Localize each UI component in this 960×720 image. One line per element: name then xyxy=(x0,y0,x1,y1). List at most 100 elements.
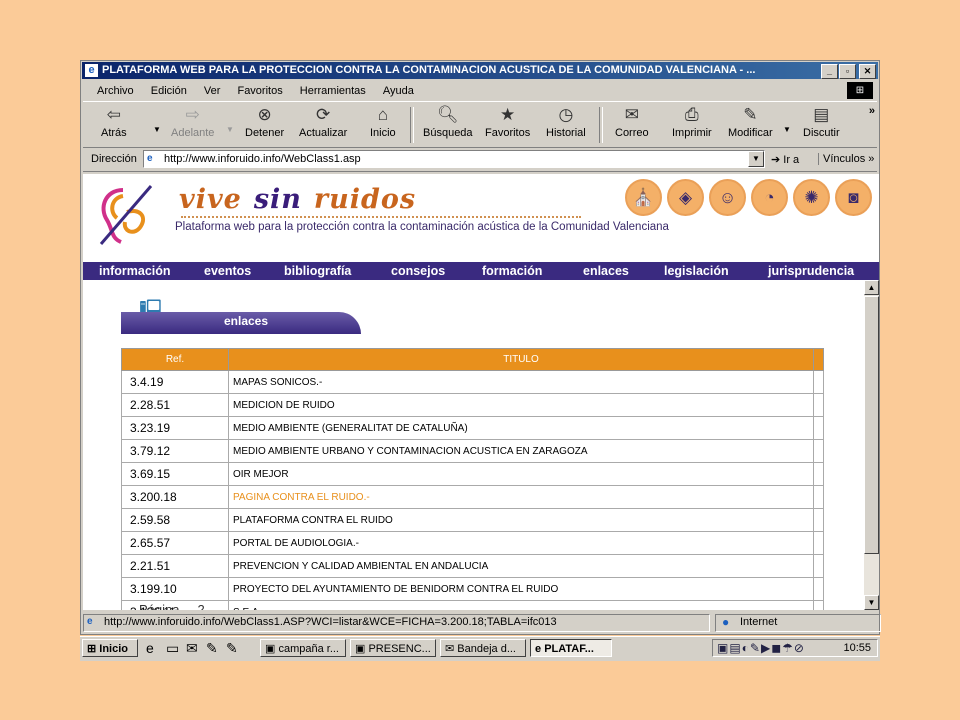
favorites-icon: ★ xyxy=(500,105,516,124)
tray-icons[interactable]: ▣▤◐✎▶◼☂⊘ xyxy=(717,640,805,656)
table-row[interactable]: 3.4.19 MAPAS SONICOS.- xyxy=(121,370,824,394)
clock[interactable]: 10:55 xyxy=(843,640,871,656)
nav-formacion[interactable]: formación xyxy=(482,262,542,280)
table-row[interactable]: 3.79.12 MEDIO AMBIENTE URBANO Y CONTAMIN… xyxy=(121,439,824,463)
menu-ver[interactable]: Ver xyxy=(204,85,221,97)
title-link[interactable]: MEDIO AMBIENTE URBANO Y CONTAMINACION AC… xyxy=(228,439,814,463)
status-bar: e http://www.inforuido.info/WebClass1.AS… xyxy=(83,613,881,633)
title-bar[interactable]: e PLATAFORMA WEB PARA LA PROTECCION CONT… xyxy=(82,62,878,79)
nav-jurisprudencia[interactable]: jurisprudencia xyxy=(768,262,854,280)
status-url-panel: e http://www.inforuido.info/WebClass1.AS… xyxy=(83,614,710,632)
table-row[interactable]: 2.65.57 PORTAL DE AUDIOLOGIA.- xyxy=(121,531,824,555)
menu-favoritos[interactable]: Favoritos xyxy=(237,85,282,97)
title-link[interactable]: S.E.A. xyxy=(228,600,814,610)
maximize-button[interactable]: ▫ xyxy=(839,64,856,79)
nav-enlaces[interactable]: enlaces xyxy=(583,262,629,280)
go-button[interactable]: ➔ Ir a xyxy=(771,153,799,166)
title-link[interactable]: MEDIO AMBIENTE (GENERALITAT DE CATALUÑA) xyxy=(228,416,814,440)
forward-dropdown[interactable]: ▼ xyxy=(226,125,234,134)
back-button[interactable]: ⇦ Atrás xyxy=(101,105,127,139)
title-column-header[interactable]: TITULO xyxy=(228,348,814,371)
vertical-scrollbar[interactable]: ▲ ▼ xyxy=(864,280,879,610)
start-button[interactable]: ⊞ Inicio xyxy=(82,639,138,657)
table-row[interactable]: 3.199.10 PROYECTO DEL AYUNTAMIENTO DE BE… xyxy=(121,577,824,601)
status-page-icon: e xyxy=(87,616,93,627)
favorites-button[interactable]: ★ Favoritos xyxy=(485,105,530,139)
address-dropdown-icon[interactable]: ▼ xyxy=(748,151,764,167)
title-link-hovered[interactable]: PAGINA CONTRA EL RUIDO.- xyxy=(228,485,814,509)
address-input[interactable]: e http://www.inforuido.info/WebClass1.as… xyxy=(143,150,765,168)
menu-bar: Archivo Edición Ver Favoritos Herramient… xyxy=(83,81,877,102)
search-button[interactable]: 🔍︎ Búsqueda xyxy=(423,105,473,139)
table-row[interactable]: 3.200.18 PAGINA CONTRA EL RUIDO.- xyxy=(121,485,824,509)
title-link[interactable]: MEDICION DE RUIDO xyxy=(228,393,814,417)
nav-eventos[interactable]: eventos xyxy=(204,262,251,280)
scroll-thumb[interactable] xyxy=(864,296,879,554)
table-row[interactable]: 3.186.11 S.E.A. xyxy=(121,600,824,610)
nav-legislacion[interactable]: legislación xyxy=(664,262,729,280)
outlook-quicklaunch-icon[interactable]: ✉ xyxy=(186,640,198,656)
task-plataf[interactable]: e PLATAF... xyxy=(530,639,612,657)
title-link[interactable]: PORTAL DE AUDIOLOGIA.- xyxy=(228,531,814,555)
discuss-button[interactable]: ▤ Discutir xyxy=(803,105,840,139)
nav-consejos[interactable]: consejos xyxy=(391,262,445,280)
minimize-button[interactable]: _ xyxy=(821,64,838,79)
row-filler xyxy=(813,485,824,509)
close-button[interactable]: ✕ xyxy=(859,64,876,79)
taskbar: ⊞ Inicio e ▭ ✉ ✎ ✎ ▣ campaña r... ▣ PRES… xyxy=(80,636,880,661)
address-label: Dirección xyxy=(91,153,137,165)
app-quicklaunch-icon[interactable]: ✎ xyxy=(206,640,218,656)
refresh-icon: ⟳ xyxy=(316,105,331,124)
task-campana[interactable]: ▣ campaña r... xyxy=(260,639,346,657)
toolbar-more-chevron-icon[interactable]: » xyxy=(869,105,875,117)
edit-dropdown[interactable]: ▼ xyxy=(783,125,791,134)
church-icon[interactable]: ⛪ xyxy=(625,179,662,216)
pagination-text[interactable]: Página ... 2 xyxy=(139,602,205,610)
nav-informacion[interactable]: información xyxy=(99,262,171,280)
links-button[interactable]: Vínculos » xyxy=(818,153,874,165)
status-zone-panel: ● Internet xyxy=(715,614,881,632)
edit-button[interactable]: ✎ Modificar xyxy=(728,105,773,139)
table-row[interactable]: 2.21.51 PREVENCION Y CALIDAD AMBIENTAL E… xyxy=(121,554,824,578)
ie-quicklaunch-icon[interactable]: e xyxy=(146,640,154,656)
map-icon[interactable]: ◈ xyxy=(667,179,704,216)
desktop-quicklaunch-icon[interactable]: ▭ xyxy=(166,640,179,656)
speaker-icon[interactable]: ◙ xyxy=(835,179,872,216)
people-circle-icon[interactable]: ✺ xyxy=(793,179,830,216)
status-zone: Internet xyxy=(740,616,778,628)
table-row[interactable]: 2.59.58 PLATAFORMA CONTRA EL RUIDO xyxy=(121,508,824,532)
home-button[interactable]: ⌂ Inicio xyxy=(370,105,396,139)
table-row[interactable]: 3.23.19 MEDIO AMBIENTE (GENERALITAT DE C… xyxy=(121,416,824,440)
scroll-up-icon[interactable]: ▲ xyxy=(864,280,879,295)
menu-ayuda[interactable]: Ayuda xyxy=(383,85,414,97)
title-link[interactable]: PROYECTO DEL AYUNTAMIENTO DE BENIDORM CO… xyxy=(228,577,814,601)
print-button[interactable]: ⎙ Imprimir xyxy=(672,105,712,139)
section-header: 🖳 enlaces xyxy=(121,292,371,338)
menu-edicion[interactable]: Edición xyxy=(151,85,187,97)
title-link[interactable]: PLATAFORMA CONTRA EL RUIDO xyxy=(228,508,814,532)
history-button[interactable]: ◷ Historial xyxy=(546,105,586,139)
ref-column-header[interactable]: Ref. xyxy=(121,348,229,371)
mail-button[interactable]: ✉ Correo xyxy=(615,105,649,139)
scroll-down-icon[interactable]: ▼ xyxy=(864,595,879,610)
site-brand[interactable]: vive sin ruidos xyxy=(179,184,416,215)
toolbar-separator xyxy=(599,107,603,143)
person-icon[interactable]: ☺ xyxy=(709,179,746,216)
task-bandeja[interactable]: ✉ Bandeja d... xyxy=(440,639,526,657)
table-row[interactable]: 2.28.51 MEDICION DE RUIDO xyxy=(121,393,824,417)
pie-chart-icon[interactable]: ◔ xyxy=(751,179,788,216)
task-presenc[interactable]: ▣ PRESENC... xyxy=(350,639,436,657)
refresh-button[interactable]: ⟳ Actualizar xyxy=(299,105,347,139)
brand-underline xyxy=(181,216,581,218)
title-link[interactable]: OIR MEJOR xyxy=(228,462,814,486)
nav-bibliografia[interactable]: bibliografía xyxy=(284,262,351,280)
title-link[interactable]: PREVENCION Y CALIDAD AMBIENTAL EN ANDALU… xyxy=(228,554,814,578)
app2-quicklaunch-icon[interactable]: ✎ xyxy=(226,640,238,656)
forward-button[interactable]: ⇨ Adelante xyxy=(171,105,214,139)
title-link[interactable]: MAPAS SONICOS.- xyxy=(228,370,814,394)
stop-button[interactable]: ⊗ Detener xyxy=(245,105,284,139)
table-row[interactable]: 3.69.15 OIR MEJOR xyxy=(121,462,824,486)
menu-herramientas[interactable]: Herramientas xyxy=(300,85,366,97)
menu-archivo[interactable]: Archivo xyxy=(97,85,134,97)
back-dropdown[interactable]: ▼ xyxy=(153,125,161,134)
